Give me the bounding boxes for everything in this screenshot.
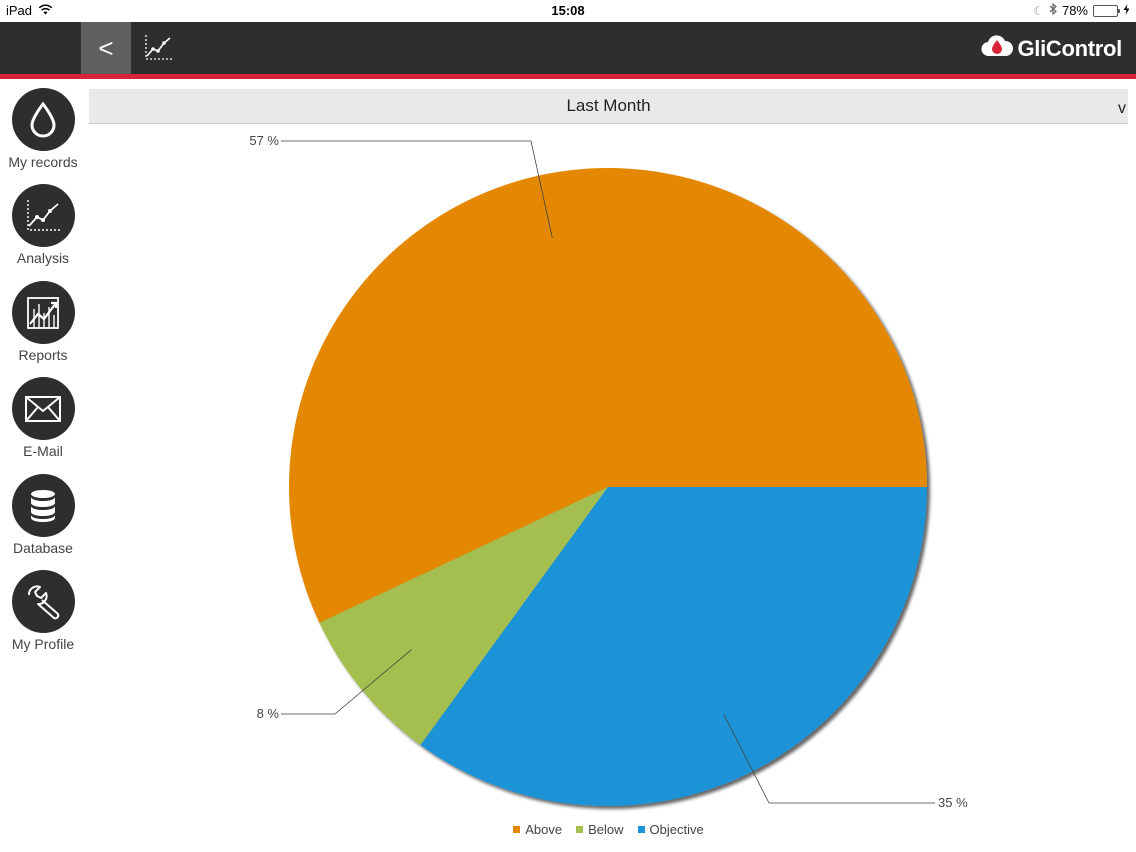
sidebar-item-analysis[interactable]: Analysis <box>0 184 86 266</box>
sidebar-item-label: Database <box>13 540 73 556</box>
sidebar-item-my-records[interactable]: My records <box>0 88 86 170</box>
charging-icon <box>1123 3 1130 18</box>
wrench-icon <box>11 570 75 633</box>
legend-label: Objective <box>649 822 704 837</box>
sidebar-item-label: E-Mail <box>23 443 63 459</box>
envelope-icon <box>11 377 75 440</box>
sidebar-item-label: Analysis <box>16 250 70 266</box>
legend-item[interactable]: Objective <box>637 822 704 837</box>
battery-icon <box>1093 4 1120 17</box>
line-chart-icon[interactable] <box>140 32 174 64</box>
pie-data-label: 35 % <box>938 795 968 810</box>
legend-swatch <box>513 826 521 833</box>
top-app-bar: < GliControl <box>0 22 1136 74</box>
line-chart-icon <box>11 184 75 247</box>
database-icon <box>11 474 75 537</box>
legend-item[interactable]: Above <box>513 822 562 837</box>
chevron-down-icon: v <box>1118 100 1126 117</box>
chart-legend: Above Below Objective <box>89 822 1128 837</box>
period-selector[interactable]: Last Month v <box>89 89 1128 124</box>
sidebar-item-email[interactable]: E-Mail <box>0 377 86 459</box>
period-selected-value: Last Month <box>566 96 651 115</box>
legend-label: Above <box>525 822 563 837</box>
moon-icon: ☾ <box>1033 3 1044 18</box>
legend-swatch <box>576 826 584 833</box>
report-chart-icon <box>11 281 75 344</box>
accent-divider <box>0 74 1136 79</box>
status-time: 15:08 <box>551 3 585 18</box>
drop-icon <box>11 88 75 151</box>
sidebar-item-my-profile[interactable]: My Profile <box>0 570 86 652</box>
brand-name: GliControl <box>1017 36 1122 61</box>
cloud-drop-icon <box>981 34 1014 64</box>
sidebar-item-label: Reports <box>18 347 68 363</box>
pie-data-label: 57 % <box>249 133 279 148</box>
brand-logo: GliControl <box>981 34 1122 64</box>
legend-swatch <box>637 826 645 833</box>
battery-percent: 78% <box>1061 3 1088 18</box>
sidebar-item-label: My Profile <box>11 636 75 652</box>
device-name: iPad <box>6 3 33 18</box>
sidebar-item-label: My records <box>8 154 78 170</box>
wifi-icon <box>38 3 53 18</box>
pie-chart-svg: 57 % 8 % 35 % <box>249 133 968 810</box>
legend-item[interactable]: Below <box>576 822 624 837</box>
status-bar: iPad 15:08 ☾ 78% <box>0 0 1136 22</box>
legend-label: Below <box>588 822 624 837</box>
pie-chart: 57 % 8 % 35 % Above Below Objective <box>89 125 1128 850</box>
back-button[interactable]: < <box>81 22 131 74</box>
sidebar-item-reports[interactable]: Reports <box>0 281 86 363</box>
pie-data-label: 8 % <box>257 706 280 721</box>
sidebar-item-database[interactable]: Database <box>0 474 86 556</box>
bluetooth-icon <box>1049 2 1057 18</box>
pie-slices <box>288 167 927 806</box>
